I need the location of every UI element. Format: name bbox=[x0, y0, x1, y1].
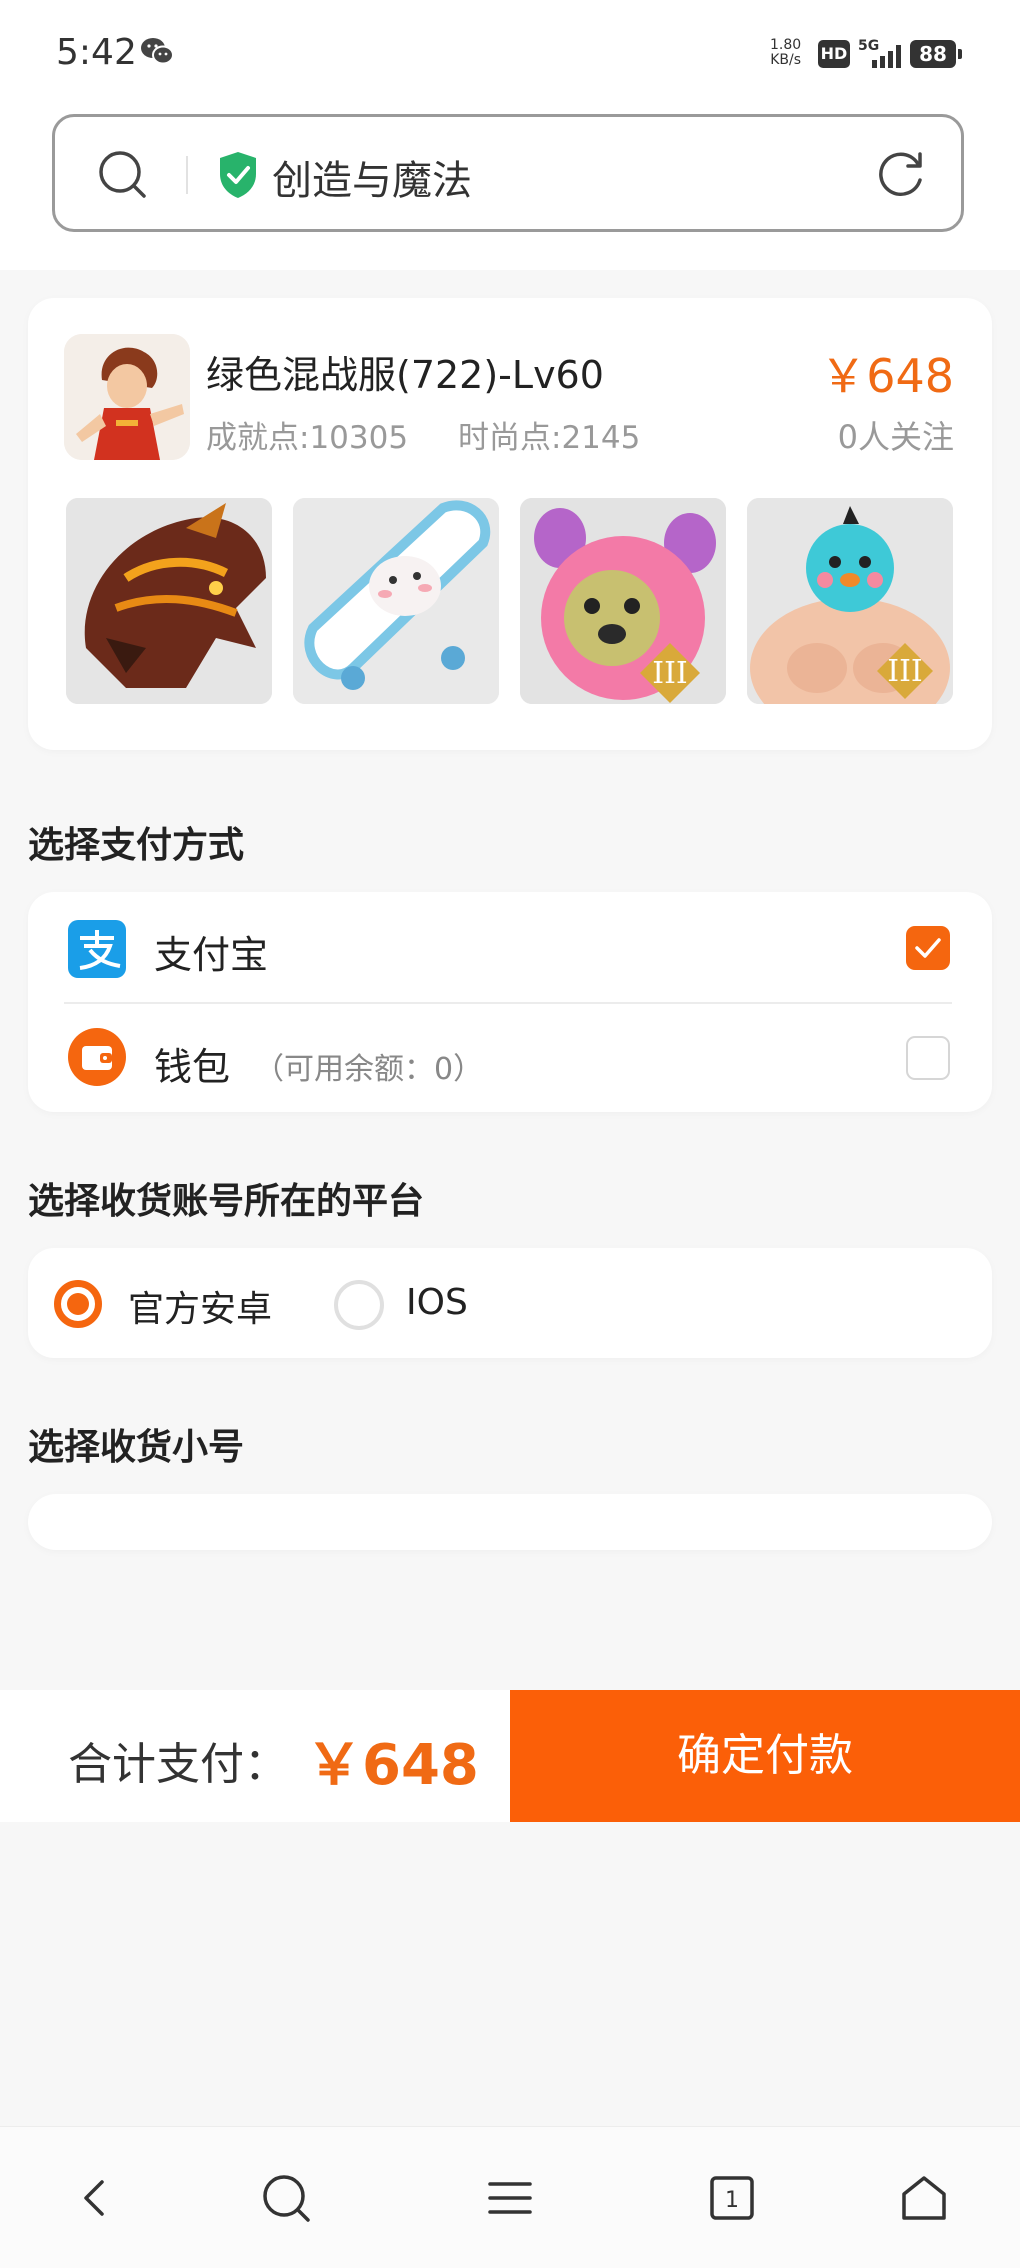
search-nav-icon[interactable] bbox=[258, 2170, 314, 2226]
alipay-checkbox[interactable] bbox=[906, 926, 950, 970]
android-radio[interactable] bbox=[54, 1280, 102, 1328]
search-icon[interactable] bbox=[96, 148, 150, 202]
tier-badge: III bbox=[652, 656, 688, 691]
network-speed-value: 1.80 bbox=[770, 37, 802, 53]
item-thumbnail-blue-bird[interactable]: III bbox=[747, 498, 953, 704]
achievement-points: 成就点:10305 bbox=[206, 420, 409, 456]
payment-divider bbox=[64, 1002, 952, 1004]
status-time: 5:42 bbox=[56, 32, 137, 73]
refresh-icon[interactable] bbox=[874, 148, 928, 202]
signal-icon: 5G bbox=[858, 36, 908, 70]
payment-section-title: 选择支付方式 bbox=[28, 825, 245, 866]
address-bar[interactable] bbox=[52, 114, 964, 232]
platform-section-title: 选择收货账号所在的平台 bbox=[28, 1181, 425, 1222]
item-thumbnail-skateboard[interactable] bbox=[293, 498, 499, 704]
page-title[interactable]: 创造与魔法 bbox=[272, 148, 472, 206]
android-label[interactable]: 官方安卓 bbox=[128, 1280, 272, 1332]
alipay-icon bbox=[68, 920, 126, 978]
tab-count: 1 bbox=[725, 2188, 739, 2213]
tabs-icon[interactable]: 1 bbox=[704, 2170, 760, 2226]
home-icon[interactable] bbox=[896, 2170, 952, 2226]
battery-indicator: 88 bbox=[910, 40, 962, 68]
item-name: 绿色混战服(722)-Lv60 bbox=[206, 353, 604, 397]
network-speed-unit: KB/s bbox=[770, 52, 801, 68]
wallet-label[interactable]: 钱包 bbox=[154, 1036, 230, 1091]
ios-radio[interactable] bbox=[334, 1280, 384, 1330]
item-thumbnail-pink-bear[interactable]: III bbox=[520, 498, 726, 704]
receiver-account-field[interactable] bbox=[28, 1494, 992, 1550]
follower-count[interactable]: 0人关注 bbox=[780, 412, 954, 458]
tier-badge: III bbox=[887, 654, 923, 689]
wallet-checkbox[interactable] bbox=[906, 1036, 950, 1080]
item-thumbnail-dragon[interactable] bbox=[66, 498, 272, 704]
ios-label[interactable]: IOS bbox=[406, 1282, 468, 1323]
network-type: 5G bbox=[858, 38, 879, 54]
fashion-points: 时尚点:2145 bbox=[458, 420, 641, 456]
shield-icon bbox=[216, 150, 260, 200]
wechat-icon bbox=[140, 36, 174, 66]
address-divider bbox=[186, 156, 188, 194]
back-icon[interactable] bbox=[68, 2170, 124, 2226]
hd-badge: HD bbox=[818, 40, 850, 68]
wallet-balance: （可用余额：0） bbox=[254, 1052, 484, 1087]
network-speed: 1.80 KB/s bbox=[770, 38, 801, 68]
alipay-label[interactable]: 支付宝 bbox=[154, 924, 268, 979]
menu-icon[interactable] bbox=[482, 2170, 538, 2226]
total-label: 合计支付： bbox=[68, 1739, 288, 1790]
receiver-section-title: 选择收货小号 bbox=[28, 1427, 245, 1468]
confirm-payment-button[interactable]: 确定付款 bbox=[510, 1690, 1020, 1822]
total-amount: ￥648 bbox=[306, 1733, 479, 1798]
wallet-icon bbox=[68, 1028, 126, 1086]
character-avatar bbox=[64, 334, 190, 460]
item-price: ￥648 bbox=[820, 349, 954, 403]
